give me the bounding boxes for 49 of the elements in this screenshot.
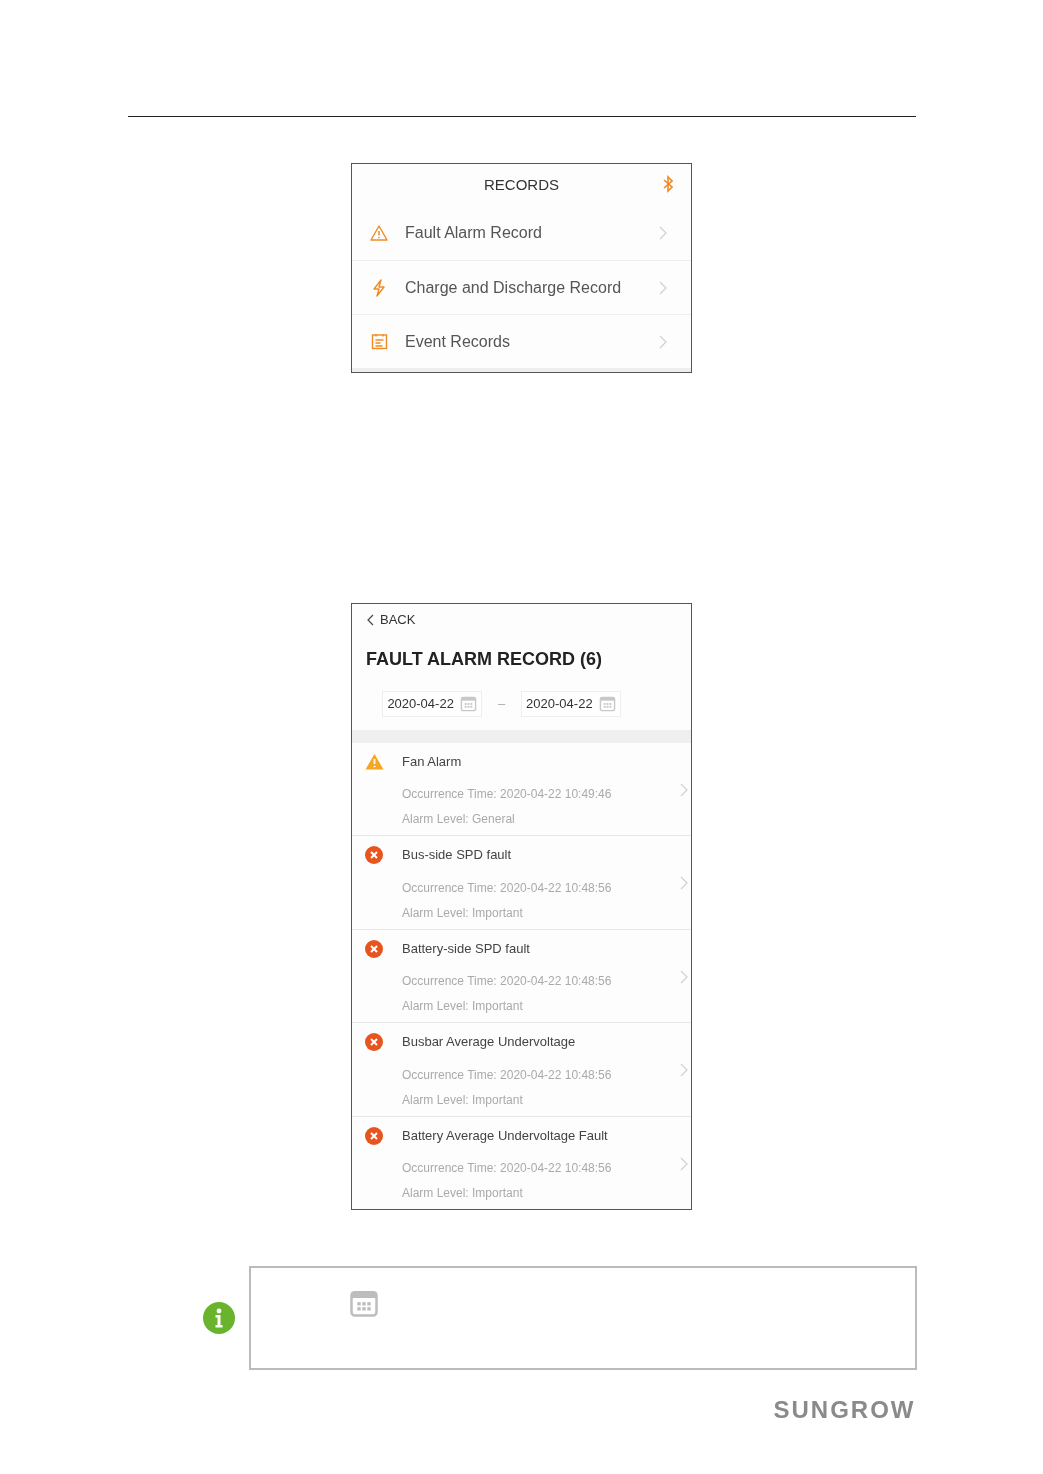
- menu-item[interactable]: Charge and Discharge Record: [352, 260, 691, 314]
- lightning-icon: [371, 278, 387, 297]
- date-field[interactable]: 2020-04-22: [382, 690, 482, 717]
- menu-item-label: Event Records: [405, 331, 511, 352]
- alarm-row[interactable]: Battery-side SPD fault Occurrence Time: 2020-04-22 10:48:56 Alarm Level: Important: [352, 928, 691, 1022]
- brand-logo: SUNGROW: [773, 1398, 916, 1422]
- screen-title: FAULT ALARM RECORD (6): [365, 647, 603, 671]
- calendar-icon: [459, 695, 477, 712]
- alarm-name: Bus-side SPD fault: [402, 846, 513, 864]
- calendar-icon: [598, 695, 616, 712]
- date-separator: –: [497, 694, 506, 713]
- alarm-name: Busbar Average Undervoltage: [402, 1033, 577, 1051]
- alarm-row[interactable]: Battery Average Undervoltage Fault Occurrence Time: 2020-04-22 10:48:56 Alarm Level: Important: [352, 1115, 691, 1209]
- alarm-level: Alarm Level: General: [402, 811, 516, 828]
- alarm-row[interactable]: Busbar Average Undervoltage Occurrence Time: 2020-04-22 10:48:56 Alarm Level: Important: [352, 1022, 691, 1116]
- error-icon: [365, 1126, 383, 1145]
- chevron-right-icon: [659, 226, 667, 240]
- alarm-level: Alarm Level: Important: [402, 998, 524, 1015]
- alarm-row[interactable]: Bus-side SPD fault Occurrence Time: 2020-04-22 10:48:56 Alarm Level: Important: [352, 835, 691, 929]
- screen-title: RECORDS: [484, 174, 559, 195]
- menu-item-label: Fault Alarm Record: [405, 223, 543, 243]
- alarm-name: Battery Average Undervoltage Fault: [402, 1126, 609, 1145]
- calendar-icon: [348, 1288, 379, 1318]
- warning-icon: [370, 225, 388, 241]
- alarm-level: Alarm Level: Important: [402, 1185, 524, 1202]
- occurrence-time: Occurrence Time: 2020-04-22 10:48:56: [402, 973, 613, 990]
- bluetooth-icon[interactable]: [663, 175, 673, 193]
- occurrence-time: Occurrence Time: 2020-04-22 10:48:56: [402, 1160, 613, 1177]
- clipboard-icon: [370, 333, 388, 350]
- alarm-level: Alarm Level: Important: [402, 904, 524, 922]
- alarm-name: Fan Alarm: [402, 752, 463, 771]
- warning-icon: [365, 752, 384, 770]
- menu-item-label: Charge and Discharge Record: [405, 277, 623, 298]
- chevron-right-icon: [659, 280, 667, 295]
- occurrence-time: Occurrence Time: 2020-04-22 10:48:56: [402, 1066, 613, 1084]
- alarm-row[interactable]: Fan Alarm Occurrence Time: 2020-04-22 10:49:46 Alarm Level: General: [352, 742, 691, 835]
- alarm-name: Battery-side SPD fault: [402, 939, 531, 958]
- error-icon: [365, 1033, 383, 1051]
- back-button[interactable]: BACK: [352, 604, 416, 630]
- occurrence-time: Occurrence Time: 2020-04-22 10:49:46: [402, 786, 613, 803]
- chevron-left-icon: [367, 613, 374, 626]
- info-icon: [202, 1302, 235, 1334]
- alarm-level: Alarm Level: Important: [402, 1091, 524, 1109]
- menu-item[interactable]: Fault Alarm Record: [352, 206, 691, 260]
- error-icon: [365, 846, 383, 864]
- occurrence-time: Occurrence Time: 2020-04-22 10:48:56: [402, 879, 613, 897]
- date-field[interactable]: 2020-04-22: [521, 690, 621, 717]
- chevron-right-icon: [659, 334, 667, 349]
- error-icon: [365, 939, 383, 958]
